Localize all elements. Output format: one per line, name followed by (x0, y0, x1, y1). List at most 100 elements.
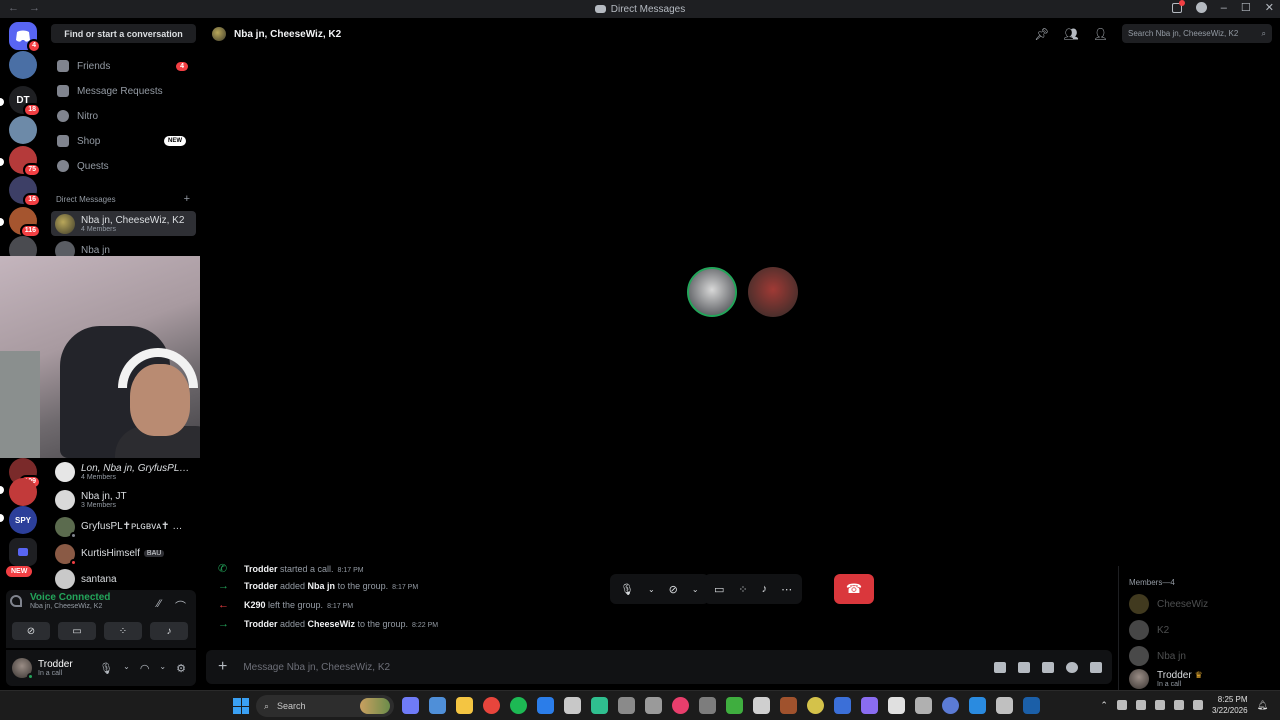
target-name[interactable]: Nba jn (308, 581, 336, 591)
server-icon[interactable] (9, 478, 37, 506)
photos-app-icon[interactable] (429, 697, 446, 714)
activities-icon[interactable]: ⁘ (104, 622, 142, 640)
emoji-icon[interactable] (1066, 661, 1078, 673)
chevron-up-icon[interactable]: ⌃ (1100, 700, 1108, 711)
app-icon[interactable] (618, 697, 635, 714)
app-icon[interactable] (888, 697, 905, 714)
nav-shop[interactable]: Shop NEW (51, 130, 196, 152)
disconnect-icon[interactable]: ⌒ (175, 598, 186, 614)
actor-name[interactable]: Trodder (244, 564, 278, 574)
sticker-icon[interactable] (1042, 661, 1054, 673)
start-button[interactable] (233, 698, 249, 714)
inbox-icon[interactable] (1171, 0, 1185, 13)
microphone-icon[interactable]: 🎙︎ (99, 662, 113, 675)
app-icon[interactable] (915, 697, 932, 714)
server-icon[interactable] (9, 51, 37, 79)
dm-item[interactable]: Lon, Nba jn, GryfusPL✝︎… 4 Members (51, 459, 196, 484)
headphones-icon[interactable]: ◠ (140, 662, 150, 675)
home-button[interactable]: 4 (9, 22, 41, 53)
voice-status[interactable]: Voice Connected (30, 592, 110, 603)
volume-icon[interactable] (1173, 700, 1184, 710)
search-input[interactable]: Search Nba jn, CheeseWiz, K2 ⌕ (1122, 24, 1272, 43)
member-item[interactable]: K2 (1129, 620, 1169, 640)
member-item[interactable]: CheeseWiz (1129, 594, 1208, 614)
app-icon[interactable] (834, 697, 851, 714)
dm-item[interactable]: GryfusPL✝︎ᴘʟɢʙᴠᴀ✝︎ … (51, 514, 196, 539)
pin-icon[interactable]: 📌︎ (1034, 27, 1049, 41)
chevron-down-icon[interactable]: ⌄ (123, 662, 130, 675)
app-icon[interactable] (699, 697, 716, 714)
nav-quests[interactable]: Quests (51, 155, 196, 177)
dm-item[interactable]: Nba jn, JT 3 Members (51, 487, 196, 512)
tray-icon[interactable] (1135, 700, 1146, 710)
dm-item[interactable]: KurtisHimself BAU (51, 541, 196, 566)
participant-avatar[interactable] (748, 267, 798, 317)
nav-friends[interactable]: Friends 4 (51, 55, 196, 77)
dm-item[interactable]: Nba jn, CheeseWiz, K2 4 Members (51, 211, 196, 236)
clock[interactable]: 8:25 PM 3/22/2026 (1212, 694, 1248, 716)
server-folder[interactable] (9, 538, 37, 566)
soundboard-icon[interactable]: ♪ (150, 622, 188, 640)
camera-off-icon[interactable]: ⊘ (12, 622, 50, 640)
wifi-icon[interactable] (1154, 700, 1165, 710)
signal-icon[interactable] (10, 595, 22, 607)
close-button[interactable]: ✕ (1265, 1, 1274, 14)
server-icon[interactable]: DT 18 (9, 86, 41, 117)
message-input[interactable]: Message Nba jn, CheeseWiz, K2 (243, 662, 390, 673)
avatar[interactable] (12, 658, 34, 680)
maximize-button[interactable]: ☐ (1241, 1, 1251, 14)
tray-icon[interactable] (1116, 700, 1127, 710)
nav-message-requests[interactable]: Message Requests (51, 80, 196, 102)
actor-name[interactable]: K290 (244, 600, 266, 610)
server-icon[interactable] (9, 116, 37, 144)
actor-name[interactable]: Trodder (244, 581, 278, 591)
discord-app-icon[interactable] (402, 697, 419, 714)
apps-icon[interactable] (1090, 661, 1102, 673)
server-icon[interactable]: 116 (9, 207, 41, 238)
forward-arrow-icon[interactable]: → (29, 2, 40, 14)
gear-icon[interactable]: ⚙ (176, 662, 186, 675)
member-item[interactable]: Nba jn (1129, 646, 1186, 666)
member-item[interactable]: Trodder ♛ In a call (1129, 669, 1203, 689)
app-icon[interactable] (591, 697, 608, 714)
app-icon[interactable] (996, 697, 1013, 714)
attach-plus-icon[interactable]: + (218, 658, 227, 676)
taskbar-search[interactable]: ⌕ Search (256, 695, 394, 717)
battery-icon[interactable] (1192, 700, 1203, 710)
app-icon[interactable] (942, 697, 959, 714)
back-arrow-icon[interactable]: ← (8, 2, 19, 14)
app-icon[interactable] (861, 697, 878, 714)
create-dm-plus-icon[interactable]: + (184, 194, 190, 205)
help-icon[interactable]: ? (1195, 2, 1207, 14)
minecraft-icon[interactable] (726, 697, 743, 714)
find-conversation-button[interactable]: Find or start a conversation (51, 24, 196, 43)
gif-icon[interactable] (1018, 661, 1030, 673)
app-icon[interactable] (753, 697, 770, 714)
app-icon[interactable] (807, 697, 824, 714)
edge-like-app-icon[interactable] (537, 697, 554, 714)
spotify-icon[interactable] (510, 697, 527, 714)
app-icon[interactable] (645, 697, 662, 714)
dm-item[interactable]: santana (51, 569, 196, 589)
participant-avatar[interactable] (687, 267, 737, 317)
noise-suppression-icon[interactable]: ⁄⁄ (157, 598, 161, 614)
chrome-icon[interactable] (483, 697, 500, 714)
minimize-button[interactable]: – (1221, 2, 1227, 14)
server-icon[interactable]: 16 (9, 176, 41, 207)
app-icon[interactable] (564, 697, 581, 714)
member-list-icon[interactable]: 👤︎ (1093, 27, 1108, 41)
actor-name[interactable]: Trodder (244, 619, 278, 629)
message-composer[interactable]: + Message Nba jn, CheeseWiz, K2 (206, 650, 1112, 684)
app-icon[interactable] (672, 697, 689, 714)
server-icon[interactable]: SPY (9, 506, 37, 534)
file-explorer-icon[interactable] (456, 697, 473, 714)
notification-bell-icon[interactable]: 🔔︎ (1257, 700, 1268, 711)
app-icon[interactable] (969, 697, 986, 714)
screen-share-icon[interactable]: ▭ (58, 622, 96, 640)
app-icon[interactable] (780, 697, 797, 714)
add-friends-icon[interactable]: 👥︎ (1064, 27, 1079, 41)
steam-icon[interactable] (1023, 697, 1040, 714)
chevron-down-icon[interactable]: ⌄ (159, 662, 166, 675)
nav-nitro[interactable]: Nitro (51, 105, 196, 127)
target-name[interactable]: CheeseWiz (308, 619, 355, 629)
